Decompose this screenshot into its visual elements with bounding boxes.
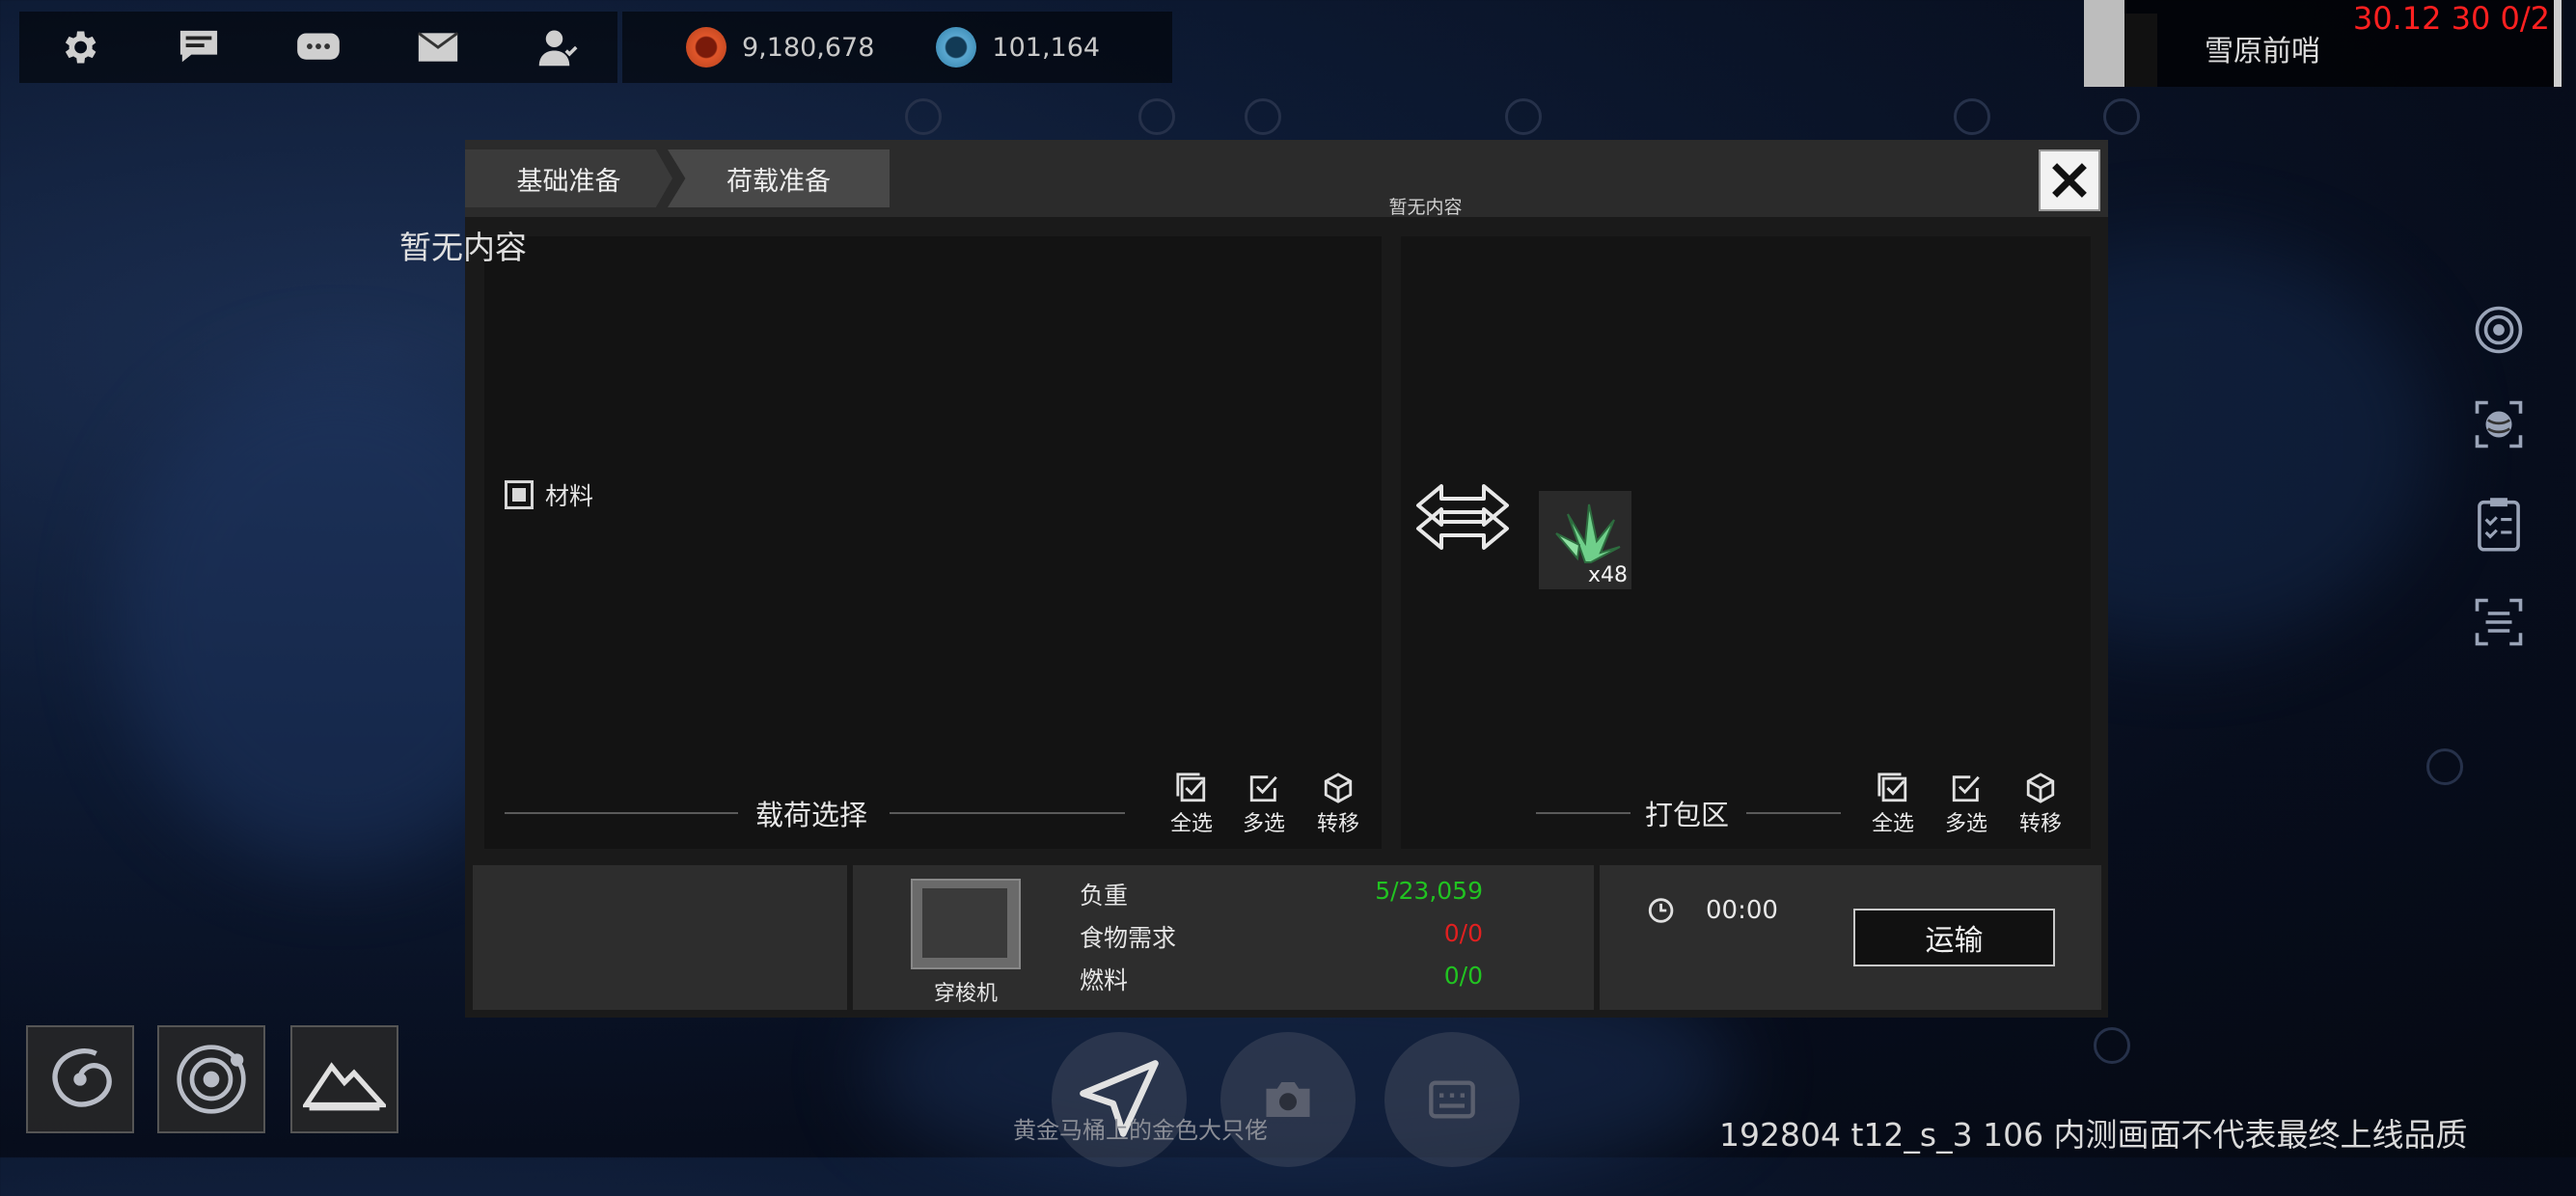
- top-toolbar: [19, 12, 617, 83]
- resource-1-value: 9,180,678: [742, 32, 875, 63]
- item-quantity: x48: [1587, 563, 1628, 587]
- star-system-button[interactable]: [157, 1025, 265, 1133]
- galaxy-button[interactable]: [26, 1025, 134, 1133]
- camera-button[interactable]: [1220, 1032, 1356, 1167]
- section-divider: [1746, 812, 1841, 814]
- location-name: 雪原前哨: [2205, 35, 2320, 68]
- resource-2-value: 101,164: [992, 32, 1101, 63]
- item-slot[interactable]: x48: [1539, 491, 1631, 589]
- crystal-plant-icon: [1555, 503, 1621, 563]
- map-marker: [1138, 98, 1175, 135]
- box-icon: [1324, 773, 1353, 803]
- resource-2-icon: [936, 27, 977, 68]
- select-all-icon: [1877, 773, 1907, 802]
- map-marker: [1505, 98, 1542, 135]
- transport-button[interactable]: 运输: [1853, 909, 2055, 966]
- right-section-title: 打包区: [1645, 799, 1730, 831]
- list-frame-icon: [2475, 598, 2523, 646]
- box-icon: [2026, 773, 2055, 803]
- select-all-icon: [1176, 773, 1206, 802]
- category-materials[interactable]: 材料: [505, 477, 593, 512]
- keyboard-icon: [1429, 1080, 1475, 1119]
- left-select-all-button[interactable]: 全选: [1163, 772, 1220, 837]
- tab-basic-prep[interactable]: 基础准备: [465, 150, 672, 207]
- right-empty-text: 暂无内容: [1388, 197, 1463, 218]
- map-marker: [2426, 748, 2463, 785]
- left-multi-select-button[interactable]: 多选: [1235, 772, 1293, 837]
- close-icon: [2052, 163, 2087, 198]
- action-label: 转移: [1316, 812, 1359, 836]
- location-stripe: [2084, 0, 2124, 87]
- galaxy-icon: [52, 1048, 112, 1107]
- cargo-dialog: 基础准备 荷载准备: [465, 140, 2108, 1018]
- planet-scan-button[interactable]: [2470, 395, 2528, 453]
- left-transfer-button[interactable]: 转移: [1309, 772, 1367, 837]
- location-edge: [2554, 0, 2562, 87]
- cargo-list-panel: [484, 236, 1382, 849]
- right-select-all-button[interactable]: 全选: [1864, 772, 1922, 837]
- map-marker: [1245, 98, 1281, 135]
- tasks-button[interactable]: [2470, 495, 2528, 553]
- friends-button[interactable]: [498, 12, 617, 83]
- checkbox-icon: [1249, 775, 1277, 802]
- right-transfer-button[interactable]: 转移: [2012, 772, 2069, 837]
- mountain-icon: [303, 1062, 386, 1111]
- left-section-title: 载荷选择: [755, 799, 868, 831]
- map-marker: [905, 98, 942, 135]
- category-checkbox[interactable]: [505, 480, 534, 509]
- channels-button[interactable]: [259, 12, 378, 83]
- action-label: 全选: [1871, 812, 1914, 836]
- list-scan-button[interactable]: [2470, 593, 2528, 651]
- section-divider: [1536, 812, 1631, 814]
- mail-icon: [417, 32, 459, 62]
- right-multi-select-button[interactable]: 多选: [1937, 772, 1995, 837]
- orbit-view-button[interactable]: [2470, 301, 2528, 359]
- section-divider: [890, 812, 1125, 814]
- action-label: 多选: [1944, 812, 1987, 836]
- orbit-target-icon: [2475, 306, 2523, 354]
- swap-arrows-icon: [1414, 480, 1511, 557]
- planet-scan-icon: [2475, 400, 2523, 448]
- resource-bar: 9,180,678 101,164: [622, 12, 1172, 83]
- build-footer-text: 192804 t12_s_3 106 内测画面不代表最终上线品质: [1719, 1116, 2468, 1154]
- keyboard-button[interactable]: [1384, 1032, 1520, 1167]
- clipboard-icon: [2478, 498, 2520, 552]
- friends-icon: [538, 30, 578, 67]
- chat-button[interactable]: [139, 12, 259, 83]
- section-divider: [505, 812, 738, 814]
- debug-readout: 30.12 30 0/2: [2352, 0, 2550, 37]
- message-bubbles-icon: [297, 33, 340, 60]
- navigate-button[interactable]: [1052, 1032, 1187, 1167]
- tab-cargo-prep[interactable]: 荷载准备: [668, 150, 890, 207]
- settings-button[interactable]: [19, 12, 139, 83]
- player-name: 黄金马桶上的金色大只佬: [1013, 1117, 1268, 1144]
- location-stripe-dark: [2124, 14, 2157, 87]
- checkbox-icon: [1952, 775, 1980, 802]
- action-label: 转移: [2018, 812, 2062, 836]
- chat-icon: [179, 30, 218, 63]
- gear-icon: [65, 31, 96, 64]
- category-label: 材料: [545, 482, 594, 510]
- mail-button[interactable]: [378, 12, 498, 83]
- resource-2: 101,164: [936, 27, 1100, 68]
- location-panel[interactable]: 雪原前哨 30.12 30 0/2: [2084, 0, 2562, 87]
- resource-1-icon: [686, 27, 726, 68]
- resource-1: 9,180,678: [686, 27, 874, 68]
- map-marker: [2103, 98, 2140, 135]
- left-empty-text: 暂无内容: [399, 229, 527, 266]
- solar-system-icon: [177, 1045, 246, 1114]
- terrain-button[interactable]: [290, 1025, 398, 1133]
- camera-icon: [1266, 1082, 1310, 1117]
- map-marker: [2094, 1027, 2130, 1064]
- close-button[interactable]: [2039, 150, 2100, 211]
- action-label: 多选: [1242, 812, 1285, 836]
- action-label: 全选: [1169, 812, 1213, 836]
- map-marker: [1954, 98, 1990, 135]
